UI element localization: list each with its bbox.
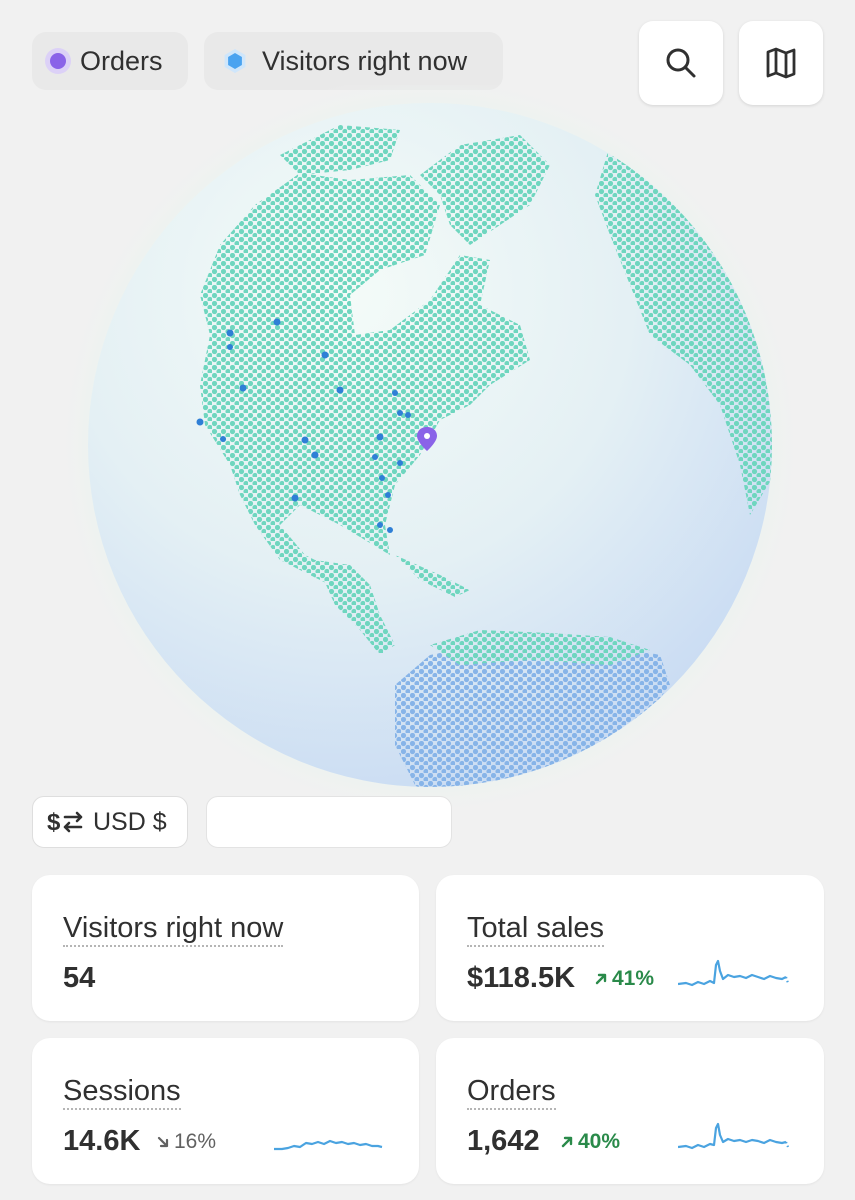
orders-value: 1,642: [467, 1125, 540, 1157]
arrow-down-right-icon: [157, 1136, 169, 1148]
arrow-up-right-icon: [561, 1136, 573, 1148]
sessions-delta-value: 16%: [174, 1130, 217, 1153]
sessions-value: 14.6K: [63, 1125, 141, 1157]
date-range-field[interactable]: [206, 796, 452, 848]
visitors-card[interactable]: Visitors right now 54: [32, 875, 419, 1021]
orders-sparkline: [678, 1122, 790, 1150]
total-sales-card[interactable]: Total sales $118.5K 41%: [436, 875, 824, 1021]
currency-selector[interactable]: $ USD $: [32, 796, 188, 848]
orders-delta: 40%: [560, 1130, 620, 1154]
orders-title[interactable]: Orders: [467, 1074, 556, 1110]
svg-text:$: $: [47, 809, 61, 836]
total-sales-delta: 41%: [594, 967, 654, 991]
blue-hexagon-icon: [224, 49, 246, 73]
orders-delta-value: 40%: [578, 1130, 621, 1153]
visitors-filter-chip[interactable]: Visitors right now: [204, 32, 503, 90]
sessions-sparkline: [274, 1139, 383, 1151]
currency-swap-icon: $: [47, 809, 83, 836]
visitors-title[interactable]: Visitors right now: [63, 911, 284, 947]
search-icon: [666, 48, 696, 78]
visitors-value: 54: [63, 962, 96, 994]
orders-chip-label: Orders: [80, 45, 163, 76]
total-sales-delta-value: 41%: [612, 967, 655, 990]
purple-dot-icon: [50, 53, 66, 69]
map-icon: [766, 47, 796, 79]
currency-label: USD $: [93, 807, 167, 836]
sessions-card[interactable]: Sessions 14.6K 16%: [32, 1038, 419, 1184]
total-sales-value: $118.5K: [467, 962, 576, 994]
total-sales-title[interactable]: Total sales: [467, 911, 605, 947]
total-sales-sparkline: [678, 959, 790, 987]
sessions-delta: 16%: [156, 1130, 216, 1154]
visitors-chip-label: Visitors right now: [262, 45, 468, 76]
orders-card[interactable]: Orders 1,642 40%: [436, 1038, 824, 1184]
orders-filter-chip[interactable]: Orders: [32, 32, 188, 90]
live-view-globe[interactable]: [50, 73, 810, 825]
sessions-title[interactable]: Sessions: [63, 1074, 181, 1110]
arrow-up-right-icon: [595, 973, 607, 985]
